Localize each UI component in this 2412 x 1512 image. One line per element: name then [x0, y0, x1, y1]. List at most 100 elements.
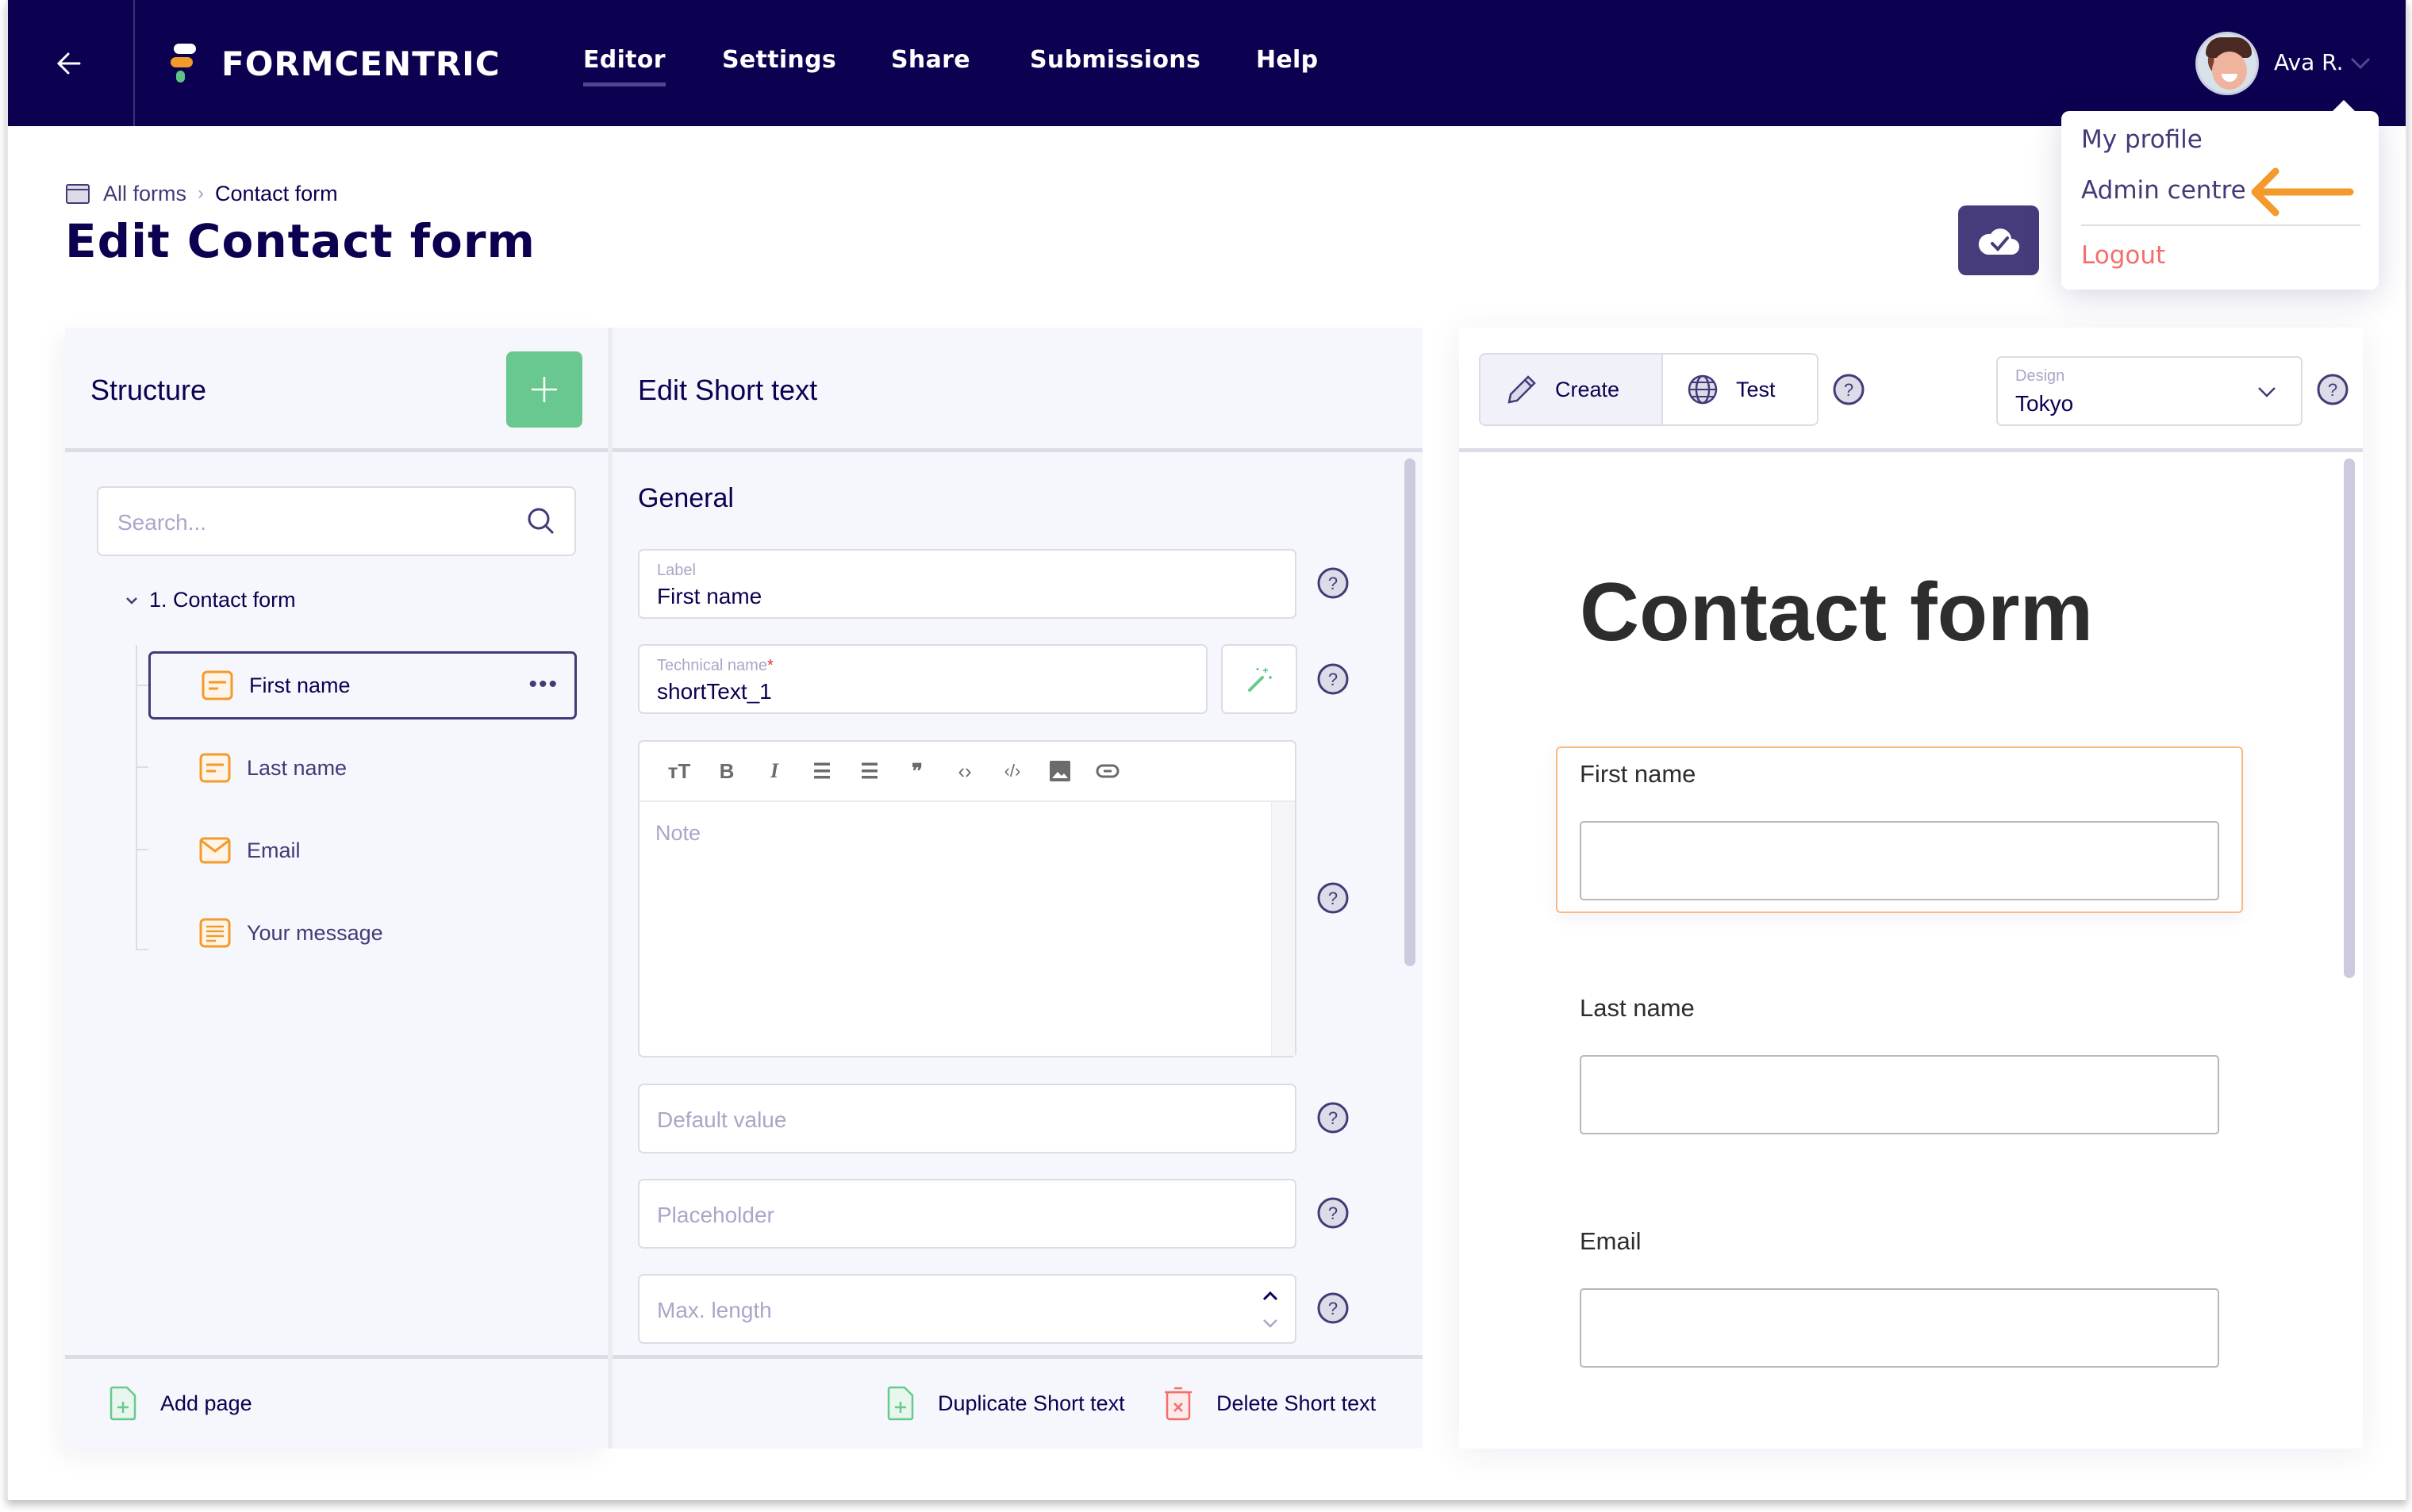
help-icon[interactable]: ?	[1316, 566, 1350, 600]
placeholder-input[interactable]: Placeholder	[638, 1179, 1296, 1249]
nav-submissions[interactable]: Submissions	[1030, 46, 1200, 74]
add-page-label: Add page	[160, 1391, 252, 1415]
tree-item-first-name[interactable]: First name •••	[148, 651, 577, 720]
preview-first-name-input[interactable]	[1580, 821, 2219, 900]
preview-panel: Create Test ? Design Tokyo ? Contact for…	[1459, 328, 2363, 1449]
tree-item-email[interactable]: Email	[148, 816, 577, 885]
svg-text:?: ?	[2328, 380, 2337, 400]
breadcrumb-all-forms[interactable]: All forms	[103, 182, 186, 206]
add-element-button[interactable]	[506, 351, 582, 428]
magic-wand-icon	[1248, 668, 1272, 692]
avatar[interactable]	[2195, 32, 2259, 95]
delete-button[interactable]: Delete Short text	[1164, 1386, 1376, 1421]
back-button[interactable]	[48, 41, 92, 86]
design-label: Design	[2015, 367, 2065, 385]
pencil-icon	[1508, 375, 1536, 404]
structure-search-input[interactable]: Search...	[97, 486, 576, 556]
code-icon[interactable]: ‹›	[941, 755, 989, 787]
more-options-icon[interactable]: •••	[528, 671, 559, 698]
edit-panel: Edit Short text General Label First name…	[613, 328, 1423, 1449]
note-scrollbar[interactable]	[1271, 802, 1295, 1056]
preview-last-name-input[interactable]	[1580, 1055, 2219, 1134]
nav-help[interactable]: Help	[1256, 46, 1318, 74]
test-label: Test	[1736, 377, 1776, 401]
nav-settings[interactable]: Settings	[722, 46, 836, 74]
tree-item-your-message[interactable]: Your message	[148, 899, 577, 967]
chevron-down-icon[interactable]	[124, 593, 140, 608]
file-plus-icon	[109, 1386, 136, 1421]
menu-admin-centre[interactable]: Admin centre	[2081, 176, 2246, 205]
help-icon[interactable]: ?	[1316, 881, 1350, 915]
image-icon[interactable]	[1036, 755, 1084, 787]
globe-icon	[1688, 374, 1718, 405]
max-length-input[interactable]: Max. length	[638, 1274, 1296, 1344]
plus-icon	[532, 377, 557, 402]
rte-toolbar: тT B I ☰ ☰ ❞ ‹› ‹/›	[639, 742, 1295, 802]
search-icon[interactable]	[525, 505, 557, 537]
italic-icon[interactable]: I	[751, 755, 798, 787]
duplicate-button[interactable]: Duplicate Short text	[887, 1386, 1125, 1421]
structure-header: Structure	[65, 328, 608, 452]
svg-text:?: ?	[1328, 1108, 1338, 1128]
brand-logo[interactable]: FORMCENTRIC	[171, 41, 501, 86]
help-icon[interactable]: ?	[2316, 373, 2349, 406]
create-label: Create	[1555, 377, 1620, 401]
annotation-arrow-icon	[2251, 167, 2354, 217]
preview-scrollbar[interactable]	[2344, 459, 2355, 978]
edit-title: Edit Short text	[638, 374, 818, 406]
save-status-button[interactable]	[1958, 205, 2039, 275]
nav-editor[interactable]: Editor	[583, 46, 666, 86]
link-icon[interactable]	[1084, 755, 1131, 787]
number-stepper[interactable]	[1258, 1282, 1282, 1337]
default-value-input[interactable]: Default value	[638, 1084, 1296, 1153]
required-mark: *	[766, 657, 774, 674]
edit-header: Edit Short text	[613, 328, 1423, 452]
tree-connector	[136, 766, 148, 768]
trash-icon	[1165, 1387, 1192, 1421]
menu-my-profile[interactable]: My profile	[2081, 125, 2203, 154]
section-general: General	[638, 483, 734, 513]
panel-gap	[1423, 328, 1459, 1449]
tree-page-label: 1. Contact form	[149, 588, 296, 612]
technical-name-value: shortText_1	[657, 679, 772, 704]
numbered-list-icon[interactable]: ☰	[846, 755, 893, 787]
create-mode-button[interactable]: Create	[1481, 355, 1663, 424]
label-field-label: Label	[657, 562, 696, 579]
test-mode-button[interactable]: Test	[1663, 355, 1817, 424]
label-field[interactable]: Label First name	[638, 549, 1296, 619]
long-text-icon	[199, 918, 231, 948]
bullet-list-icon[interactable]: ☰	[798, 755, 846, 787]
bold-icon[interactable]: B	[703, 755, 751, 787]
mode-toggle: Create Test	[1479, 353, 1819, 426]
edit-scrollbar[interactable]	[1404, 459, 1415, 966]
tree-item-label: First name	[249, 673, 351, 697]
text-size-icon[interactable]: тT	[655, 755, 703, 787]
svg-text:?: ?	[1328, 888, 1338, 908]
code-block-icon[interactable]: ‹/›	[989, 755, 1036, 787]
chevron-right-icon: ›	[198, 182, 205, 204]
edit-footer: Duplicate Short text Delete Short text	[613, 1355, 1423, 1449]
tree-connector	[136, 849, 148, 850]
help-icon[interactable]: ?	[1316, 1196, 1350, 1230]
max-length-placeholder: Max. length	[657, 1298, 772, 1322]
tree-page-node[interactable]: 1. Contact form	[124, 588, 296, 612]
nav-share[interactable]: Share	[891, 46, 970, 74]
tree-connector	[136, 949, 148, 950]
design-select[interactable]: Design Tokyo	[1996, 356, 2303, 426]
quote-icon[interactable]: ❞	[893, 755, 941, 787]
user-name[interactable]: Ava R.	[2274, 49, 2344, 75]
menu-logout[interactable]: Logout	[2081, 241, 2165, 270]
brand-name: FORMCENTRIC	[221, 44, 501, 83]
help-icon[interactable]: ?	[1832, 373, 1865, 406]
preview-email-input[interactable]	[1580, 1288, 2219, 1368]
help-icon[interactable]: ?	[1316, 1291, 1350, 1325]
technical-name-field[interactable]: Technical name* shortText_1	[638, 644, 1208, 714]
help-icon[interactable]: ?	[1316, 662, 1350, 696]
add-page-button[interactable]: Add page	[109, 1386, 252, 1421]
generate-technical-name-button[interactable]	[1221, 644, 1297, 714]
top-nav: FORMCENTRIC Editor Settings Share Submis…	[8, 0, 2406, 126]
tree-item-last-name[interactable]: Last name	[148, 734, 577, 802]
help-icon[interactable]: ?	[1316, 1101, 1350, 1134]
chevron-down-icon[interactable]	[2349, 51, 2372, 75]
note-editor[interactable]: тT B I ☰ ☰ ❞ ‹› ‹/› Note	[638, 740, 1296, 1057]
